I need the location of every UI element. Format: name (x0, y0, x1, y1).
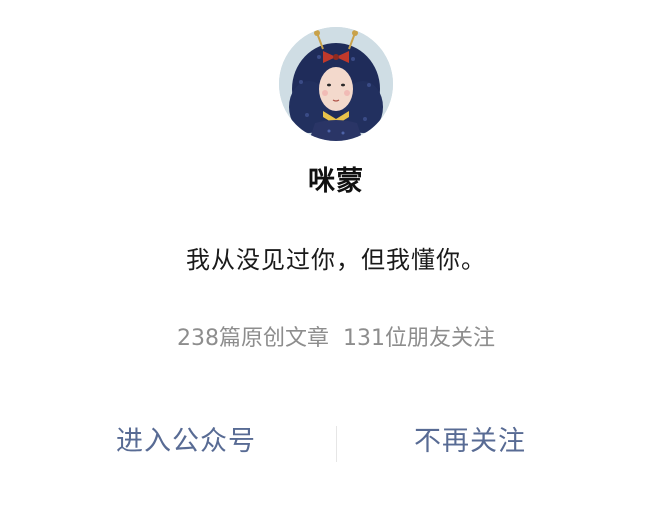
article-count: 238篇原创文章 (177, 326, 329, 351)
avatar-illustration (279, 27, 393, 141)
action-divider (336, 426, 337, 462)
action-bar: 进入公众号 不再关注 (0, 410, 672, 474)
account-bio: 我从没见过你，但我懂你。 (186, 246, 486, 274)
official-account-profile: 咪蒙 我从没见过你，但我懂你。 238篇原创文章 131位朋友关注 进入公众号 不… (0, 0, 672, 520)
follower-count: 131位朋友关注 (343, 326, 495, 351)
avatar (279, 27, 393, 141)
enter-account-button[interactable]: 进入公众号 (86, 410, 286, 474)
unfollow-button[interactable]: 不再关注 (370, 410, 570, 474)
account-name: 咪蒙 (308, 166, 364, 197)
account-stats: 238篇原创文章 131位朋友关注 (0, 320, 672, 352)
